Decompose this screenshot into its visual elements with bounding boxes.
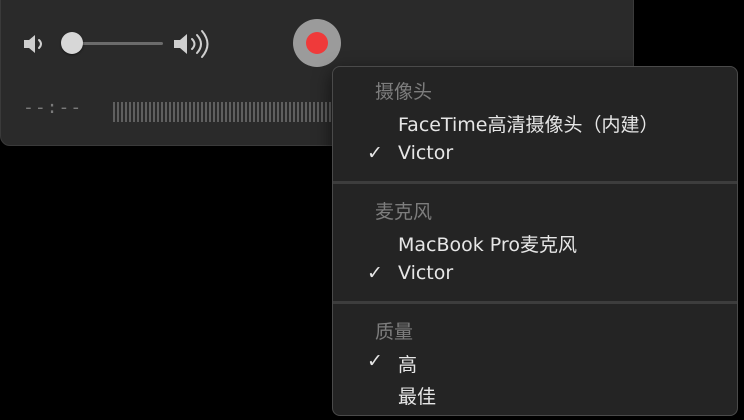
menu-item-camera-facetime[interactable]: FaceTime高清摄像头（内建） [333,107,737,137]
menu-item-label: 最佳 [398,386,437,408]
menu-item-mic-macbook[interactable]: MacBook Pro麦克风 [333,227,737,257]
audio-level-meter [113,102,335,122]
menu-item-label: 高 [398,354,418,376]
menu-item-label: Victor [398,262,454,284]
menu-item-quality-best[interactable]: 最佳 [333,379,737,409]
section-title-microphone: 麦克风 [375,201,433,223]
menu-item-label: Victor [398,142,454,164]
menu-item-mic-victor[interactable]: ✓ Victor [333,259,737,289]
checkmark-icon: ✓ [367,262,383,284]
checkmark-icon: ✓ [367,142,383,164]
speaker-low-icon[interactable] [21,29,51,59]
volume-slider[interactable] [61,30,163,56]
menu-item-quality-high[interactable]: ✓ 高 [333,347,737,377]
speaker-high-icon[interactable] [171,28,219,60]
menu-separator [333,301,737,304]
section-title-camera: 摄像头 [375,81,433,103]
menu-item-camera-victor[interactable]: ✓ Victor [333,139,737,169]
options-menu: 摄像头 FaceTime高清摄像头（内建） ✓ Victor 麦克风 MacBo… [332,66,738,416]
record-button[interactable] [293,19,341,67]
menu-item-label: FaceTime高清摄像头（内建） [398,114,659,136]
volume-knob[interactable] [61,32,83,54]
screen: --:-- 摄像头 FaceTime高清摄像头（内建） ✓ Victor 麦克风… [0,0,744,420]
menu-item-label: MacBook Pro麦克风 [398,234,577,256]
checkmark-icon: ✓ [367,350,383,372]
section-title-quality: 质量 [375,321,414,343]
menu-separator [333,181,737,184]
elapsed-time: --:-- [23,97,83,118]
record-icon [306,32,328,54]
